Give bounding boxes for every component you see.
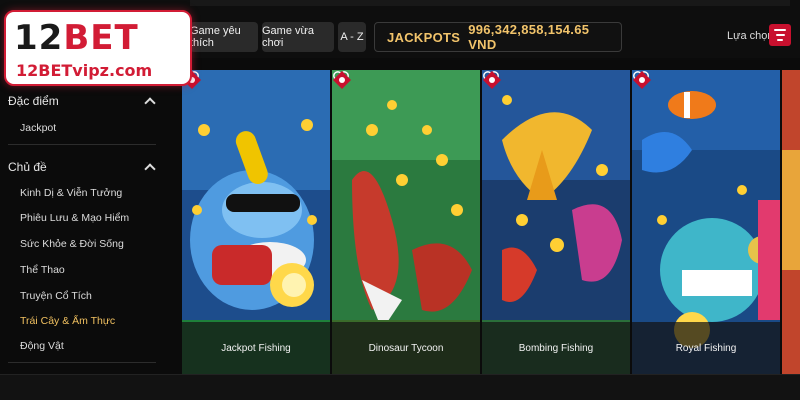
- game-thumbnail-partial: [782, 70, 800, 374]
- sidebar-item-adventure[interactable]: Phiêu Lưu & Mạo Hiểm: [20, 212, 129, 224]
- sidebar-divider: [8, 362, 156, 363]
- section-title-features[interactable]: Đặc điểm: [8, 94, 59, 108]
- jackpot-badge-icon: [483, 71, 501, 89]
- sidebar-divider: [8, 144, 156, 145]
- chevron-up-icon[interactable]: [144, 163, 156, 175]
- favorite-games-button[interactable]: Game yêu thích: [190, 22, 258, 52]
- section-title-themes[interactable]: Chủ đề: [8, 160, 47, 174]
- game-title: Royal Fishing: [632, 322, 780, 374]
- game-title: Dinosaur Tycoon: [332, 322, 480, 374]
- sidebar-item-fruit-food[interactable]: Trái Cây & Ẩm Thực: [20, 315, 115, 327]
- game-grid: Jackpot Fishing Dinosaur Tycoon Bombing …: [182, 70, 800, 374]
- sidebar-item-jackpot[interactable]: Jackpot: [20, 122, 56, 134]
- game-title: Jackpot Fishing: [182, 322, 330, 374]
- jackpot-display: JACKPOTS 996,342,858,154.65 VND: [374, 22, 622, 52]
- bottom-bar: [0, 374, 800, 400]
- recent-games-button[interactable]: Game vừa chơi: [262, 22, 334, 52]
- jackpot-badge-icon: [633, 71, 651, 89]
- sort-options-button[interactable]: [769, 24, 791, 46]
- logo-domain: 12BETvipz.com: [16, 61, 153, 80]
- sidebar-item-animals[interactable]: Động Vật: [20, 340, 64, 352]
- chevron-up-icon[interactable]: [144, 97, 156, 109]
- game-title: Bombing Fishing: [482, 322, 630, 374]
- category-sidebar: Đặc điểm Jackpot Chủ đề Kinh Dị & Viễn T…: [0, 58, 182, 374]
- game-card[interactable]: Bombing Fishing: [482, 70, 630, 374]
- game-card[interactable]: Jackpot Fishing: [182, 70, 330, 374]
- sidebar-item-horror-scifi[interactable]: Kinh Dị & Viễn Tưởng: [20, 187, 122, 199]
- game-card-partial[interactable]: [782, 70, 800, 374]
- sort-label: Lựa chọn: [727, 30, 774, 42]
- sidebar-item-sports[interactable]: Thể Thao: [20, 264, 65, 276]
- jackpot-badge-icon: [333, 71, 351, 89]
- game-card[interactable]: Royal Fishing: [632, 70, 780, 374]
- brand-logo[interactable]: 12BET 12BETvipz.com: [4, 10, 192, 86]
- jackpot-value: 996,342,858,154.65 VND: [468, 22, 590, 52]
- a-z-sort-button[interactable]: A - Z: [338, 22, 366, 52]
- logo-wordmark: 12BET: [14, 18, 139, 58]
- sidebar-item-fairy-tales[interactable]: Truyện Cổ Tích: [20, 290, 92, 302]
- sidebar-item-health-life[interactable]: Sức Khỏe & Đời Sống: [20, 238, 124, 250]
- top-nav-strip: [190, 0, 790, 6]
- jackpot-label: JACKPOTS: [387, 29, 461, 45]
- game-card[interactable]: Dinosaur Tycoon: [332, 70, 480, 374]
